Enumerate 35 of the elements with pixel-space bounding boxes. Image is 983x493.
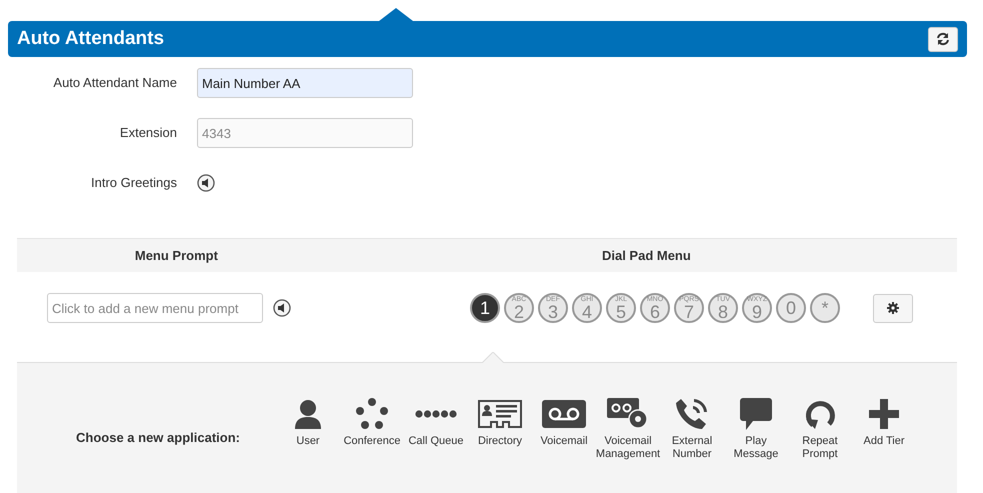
column-heading: Menu Prompt	[134, 246, 219, 265]
application-option[interactable]: Add Tier	[852, 396, 916, 448]
dots-circle-icon	[355, 398, 389, 430]
application-option[interactable]: Voicemail Management	[596, 396, 660, 460]
phone-waves-icon	[675, 396, 709, 430]
speaker-icon[interactable]	[197, 174, 215, 192]
page-title: Auto Attendants	[17, 26, 164, 51]
dots-row-icon	[415, 408, 457, 418]
settings-icon	[887, 302, 899, 314]
field-label: Extension	[118, 124, 177, 142]
voicemail-icon	[542, 400, 586, 428]
voicemail-gear-icon	[607, 398, 649, 430]
application-prompt: Choose a new application:	[76, 429, 241, 448]
speech-bubble-icon	[740, 398, 772, 430]
application-option[interactable]: Conference	[340, 396, 404, 448]
plus-icon	[869, 398, 899, 428]
application-option[interactable]: Repeat Prompt	[788, 396, 852, 460]
application-option[interactable]: Play Message	[724, 396, 788, 460]
column-heading: Dial Pad Menu	[600, 246, 692, 265]
dial-key[interactable]: 1	[470, 293, 500, 323]
refresh-icon	[936, 32, 950, 46]
application-option[interactable]: Directory	[468, 396, 532, 448]
field-label: Auto Attendant Name	[52, 74, 177, 92]
application-option[interactable]: User	[276, 396, 340, 448]
id-card-icon	[477, 398, 523, 428]
menu-prompt-field[interactable]: Click to add a new menu prompt	[47, 293, 263, 323]
application-option[interactable]: External Number	[660, 396, 724, 460]
settings-button[interactable]	[873, 294, 913, 322]
application-option[interactable]: Voicemail	[532, 396, 596, 448]
speaker-icon[interactable]	[273, 299, 291, 317]
text-field[interactable]: Main Number AA	[197, 68, 413, 98]
refresh-button[interactable]	[928, 26, 958, 52]
person-icon	[294, 398, 322, 428]
application-option[interactable]: Call Queue	[404, 396, 468, 448]
field-label: Intro Greetings	[90, 174, 177, 192]
